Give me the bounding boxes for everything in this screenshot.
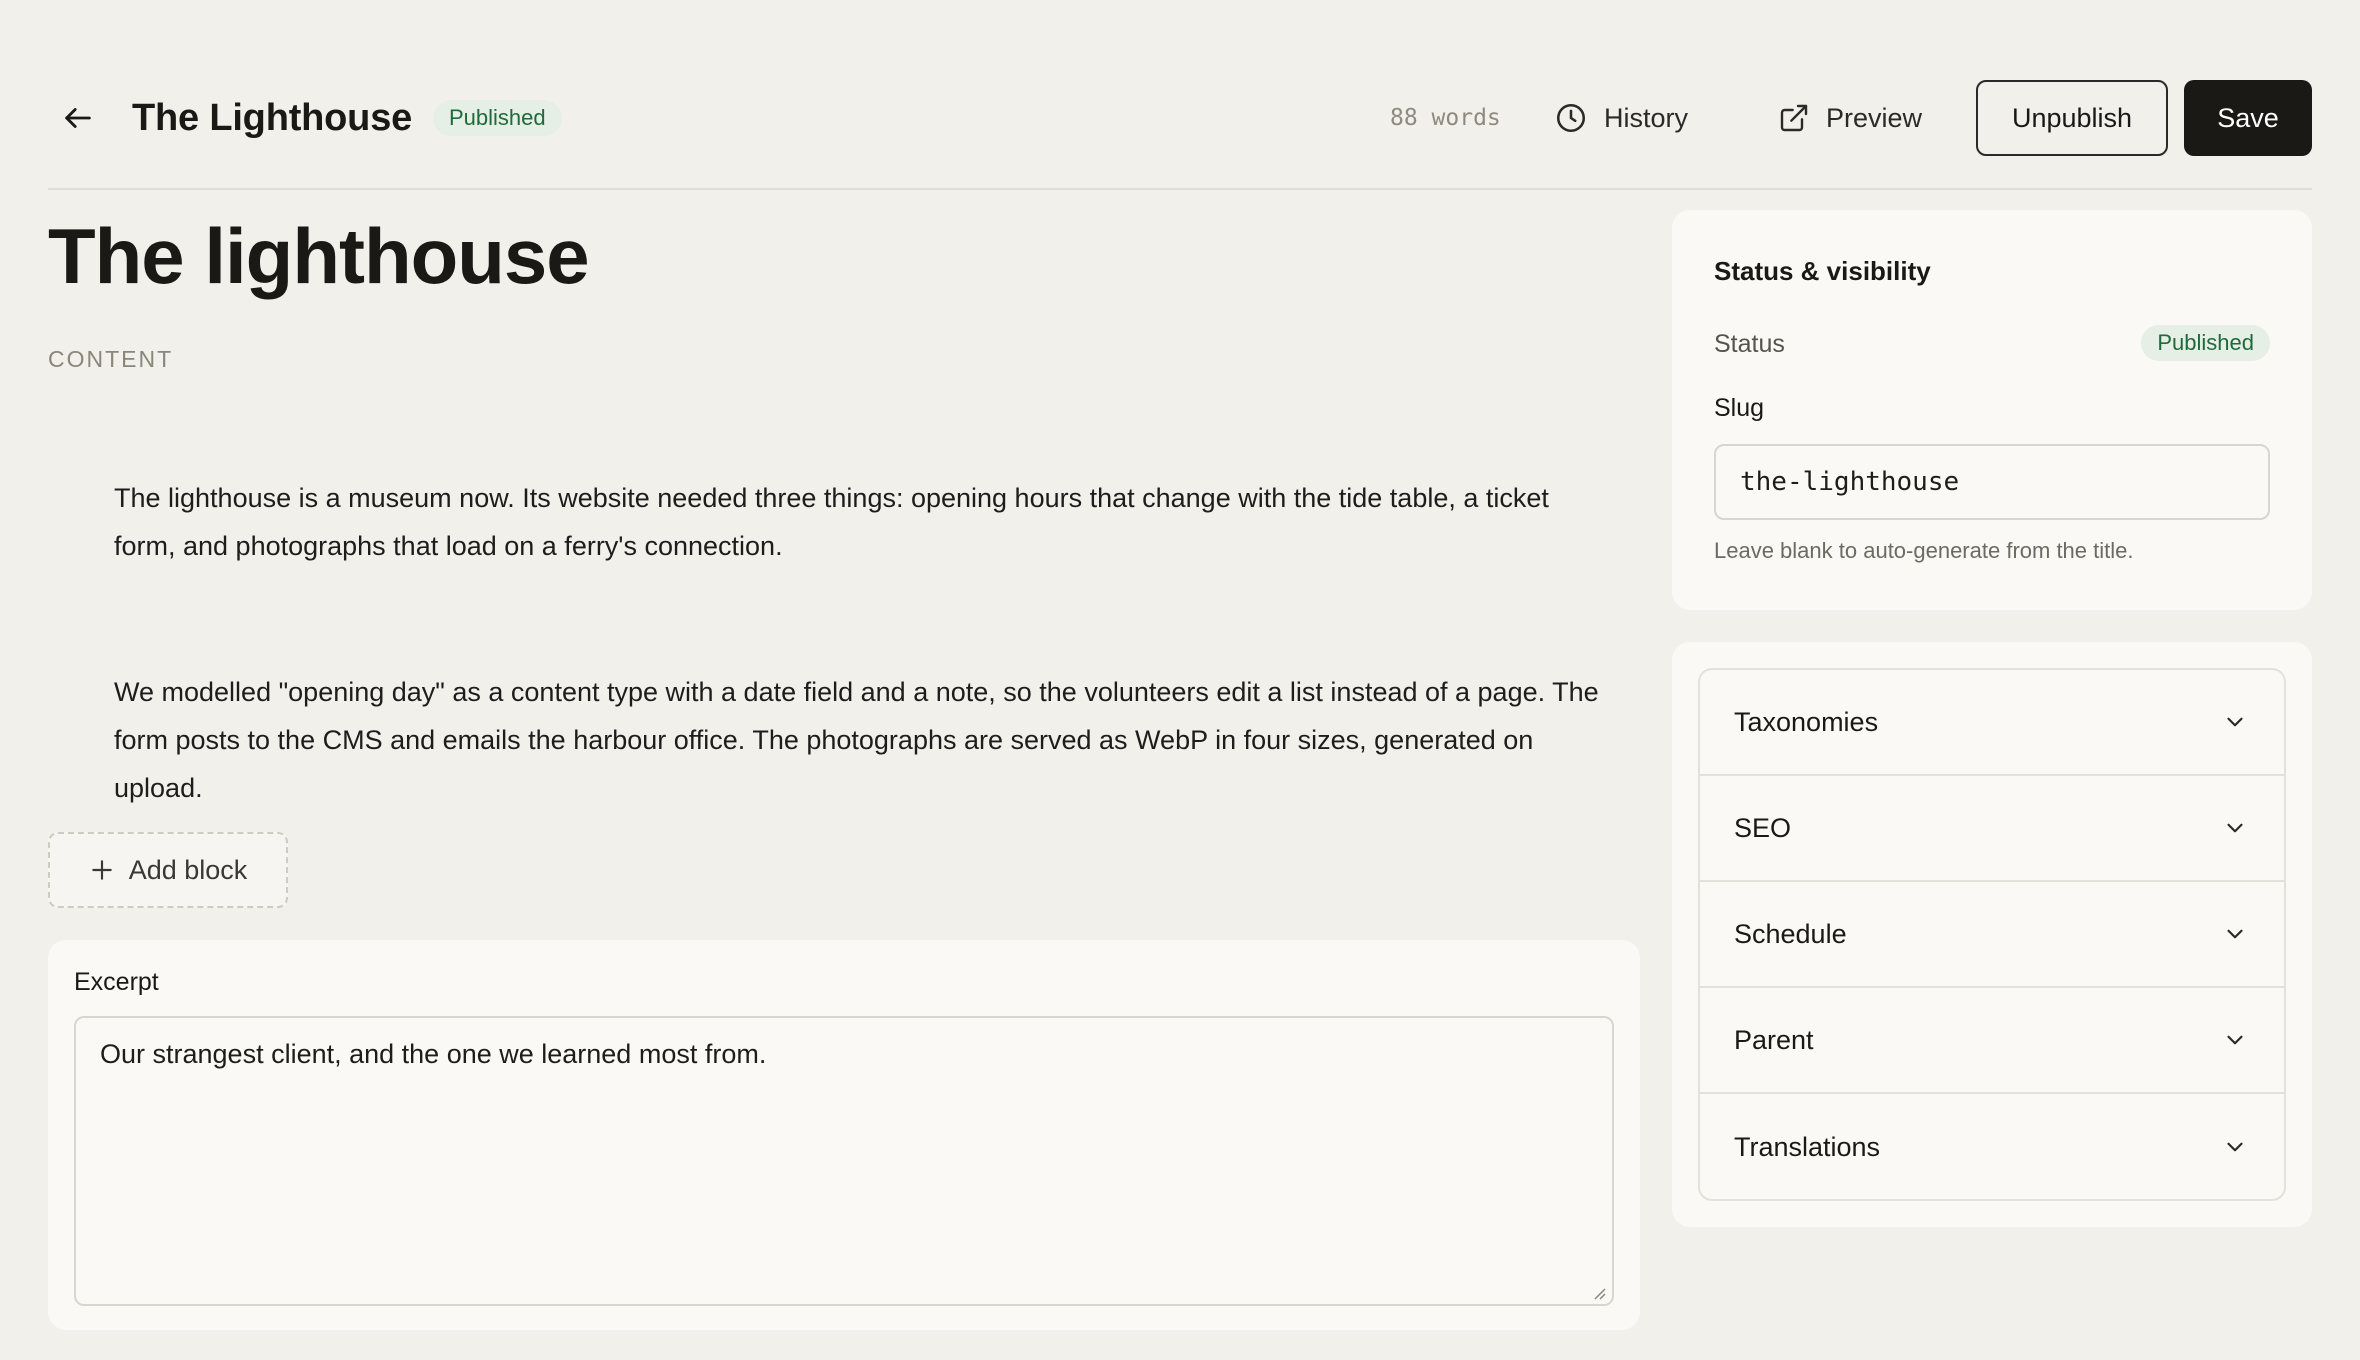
- header-divider: [48, 188, 2312, 190]
- accordion-item-taxonomies[interactable]: Taxonomies: [1700, 670, 2284, 776]
- document-title: The Lighthouse: [132, 97, 413, 139]
- content-paragraph[interactable]: We modelled "opening day" as a content t…: [114, 668, 1614, 812]
- chevron-down-icon: [2227, 823, 2243, 833]
- slug-hint: Leave blank to auto-generate from the ti…: [1714, 538, 2134, 563]
- excerpt-value: Our strangest client, and the one we lea…: [100, 1039, 767, 1069]
- arrow-left-icon: [65, 108, 91, 128]
- status-label: Status: [1714, 330, 1785, 358]
- content-section-label: CONTENT: [48, 346, 174, 372]
- accordion-label: Schedule: [1734, 918, 1847, 949]
- slug-value: the-lighthouse: [1740, 467, 1960, 497]
- accordion-label: Taxonomies: [1734, 706, 1879, 737]
- status-value-badge: Published: [2141, 325, 2270, 361]
- chevron-down-icon: [2227, 717, 2243, 727]
- back-button[interactable]: [56, 96, 100, 140]
- chevron-down-icon: [2227, 1142, 2243, 1152]
- add-block-button[interactable]: Add block: [48, 832, 288, 908]
- excerpt-label: Excerpt: [74, 968, 159, 996]
- settings-accordion-card: Taxonomies SEO Schedule Parent Translati…: [1672, 642, 2312, 1227]
- accordion-list: Taxonomies SEO Schedule Parent Translati…: [1698, 668, 2286, 1201]
- clock-icon: [1556, 103, 1586, 133]
- excerpt-textarea[interactable]: Our strangest client, and the one we lea…: [74, 1016, 1614, 1306]
- status-card-heading: Status & visibility: [1714, 256, 1931, 286]
- content-paragraph[interactable]: The lighthouse is a museum now. Its webs…: [114, 474, 1614, 570]
- slug-input[interactable]: the-lighthouse: [1714, 444, 2270, 520]
- slug-label: Slug: [1714, 394, 1765, 422]
- resize-handle-icon[interactable]: [1590, 1284, 1606, 1300]
- accordion-item-seo[interactable]: SEO: [1700, 776, 2284, 882]
- save-button[interactable]: Save: [2184, 80, 2312, 156]
- add-block-label: Add block: [128, 854, 248, 885]
- chevron-down-icon: [2227, 929, 2243, 939]
- plus-icon: [91, 860, 112, 880]
- status-visibility-card: Status & visibility Status Published Slu…: [1672, 210, 2312, 610]
- accordion-label: SEO: [1734, 812, 1792, 843]
- word-count: 88 words: [1390, 105, 1501, 131]
- accordion-label: Translations: [1734, 1131, 1881, 1162]
- chevron-down-icon: [2227, 1035, 2243, 1045]
- excerpt-card: Excerpt Our strangest client, and the on…: [48, 940, 1640, 1330]
- preview-button[interactable]: Preview: [1778, 92, 1922, 144]
- accordion-item-parent[interactable]: Parent: [1700, 988, 2284, 1094]
- preview-label: Preview: [1826, 102, 1923, 133]
- page-title[interactable]: The lighthouse: [48, 210, 590, 302]
- top-bar: The Lighthouse Published 88 words Histor…: [48, 80, 2312, 156]
- external-link-icon: [1780, 104, 1808, 132]
- accordion-item-schedule[interactable]: Schedule: [1700, 882, 2284, 988]
- accordion-label: Parent: [1734, 1024, 1814, 1055]
- history-button[interactable]: History: [1554, 92, 1688, 144]
- status-badge: Published: [433, 100, 562, 136]
- accordion-item-translations[interactable]: Translations: [1700, 1094, 2284, 1199]
- unpublish-button[interactable]: Unpublish: [1976, 80, 2168, 156]
- history-label: History: [1604, 102, 1689, 133]
